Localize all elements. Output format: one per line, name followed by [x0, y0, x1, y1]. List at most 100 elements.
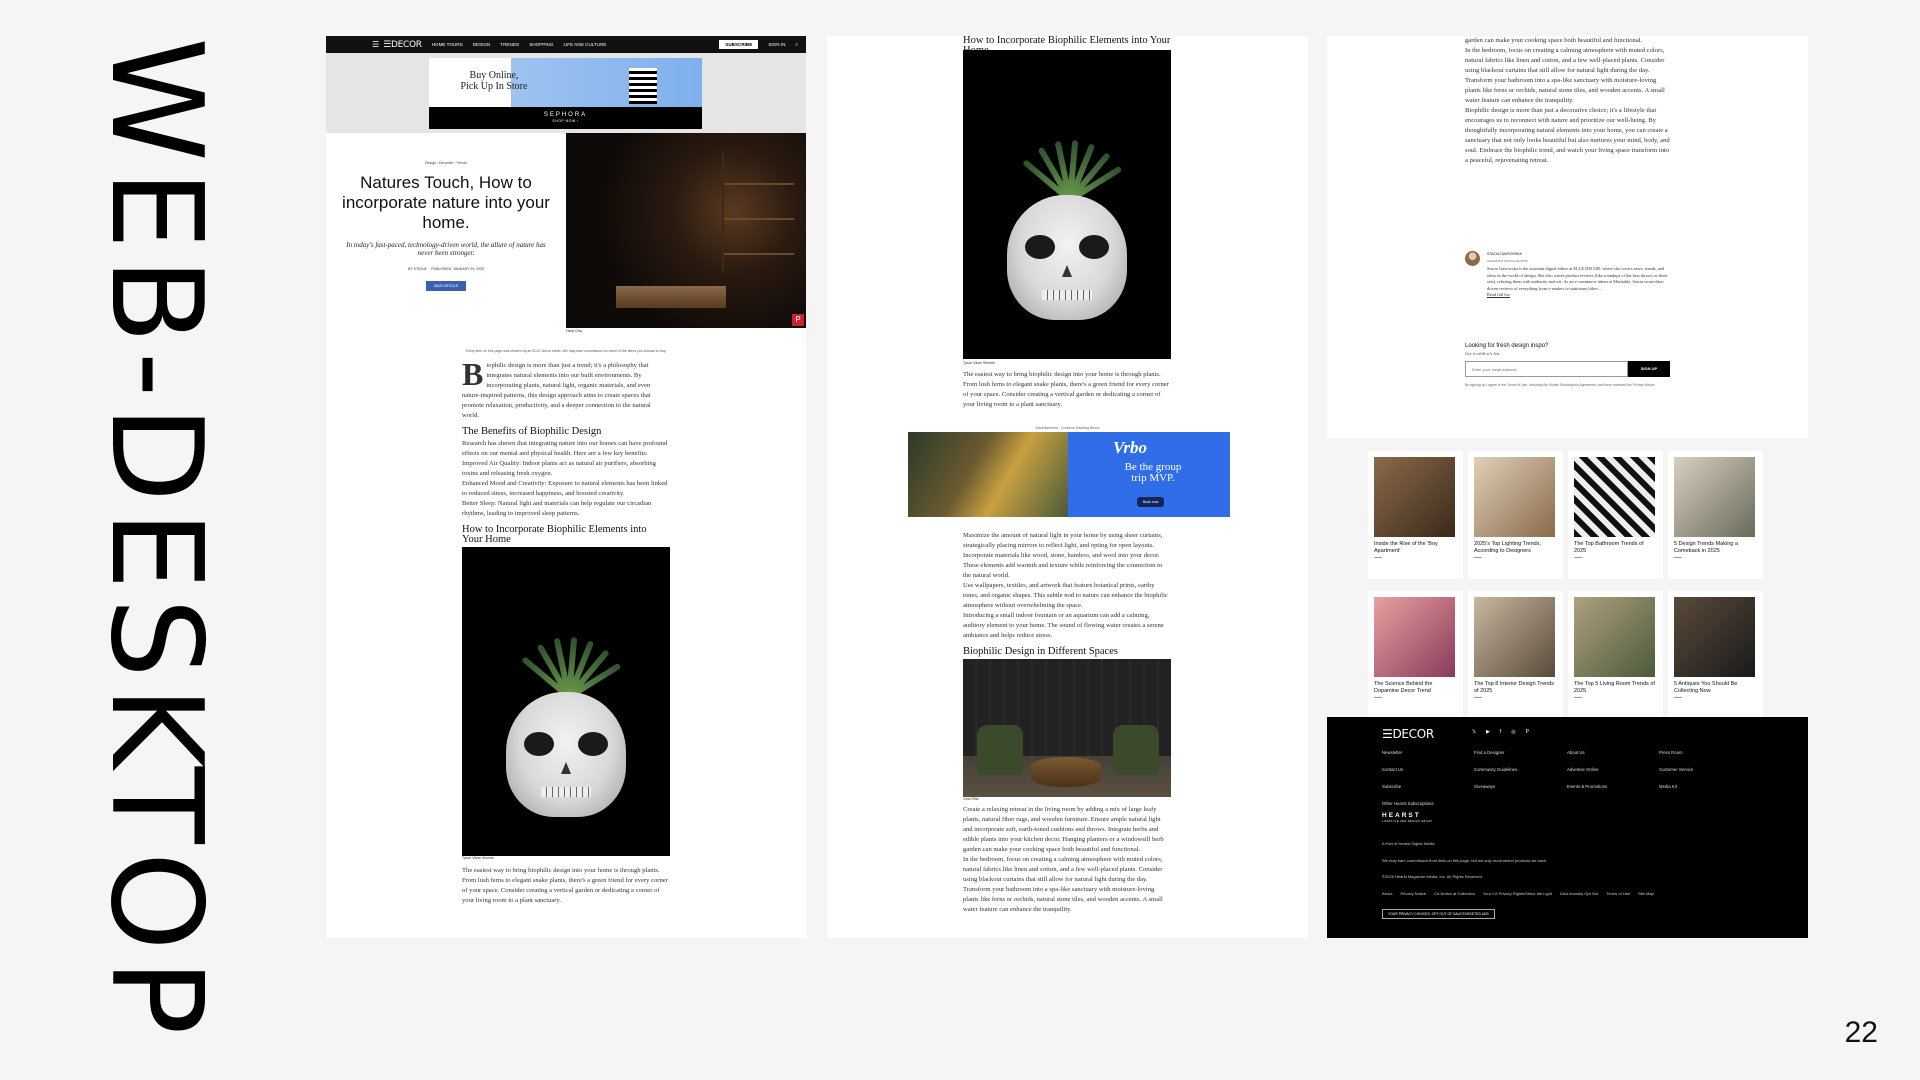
related-card[interactable]: 5 Design Trends Making a Comeback in 202…: [1668, 451, 1763, 579]
footer-link[interactable]: Newsletter: [1382, 750, 1402, 755]
footer-link[interactable]: Community Guidelines: [1474, 767, 1517, 772]
privacy-choices-button[interactable]: YOUR PRIVACY CHOICES: OPT OUT OF SALE/TA…: [1382, 909, 1495, 919]
breadcrumb[interactable]: Design › Decorate › Trends: [342, 161, 550, 165]
footer-link[interactable]: Media Kit: [1659, 784, 1677, 789]
site-logo[interactable]: ☰DECOR: [383, 40, 422, 50]
footer-link[interactable]: Giveaways: [1474, 784, 1495, 789]
related-card[interactable]: 5 Antiques You Should Be Collecting Now: [1668, 591, 1763, 719]
image-caption: Tyson Vikan Smeets: [963, 361, 995, 365]
footer-link[interactable]: Press Room: [1659, 750, 1683, 755]
vrbo-ad[interactable]: Vrbo Be the group trip MVP. Book now: [908, 432, 1230, 517]
sign-up-button[interactable]: SIGN UP: [1628, 361, 1670, 377]
article-end-section: Create a relaxing retreat in the living …: [1327, 36, 1808, 438]
nav-item-shopping[interactable]: SHOPPING: [529, 42, 553, 47]
author-name[interactable]: STACIA GAVROVSKA: [1487, 252, 1522, 256]
related-card[interactable]: The Top Bathroom Trends of 2025: [1568, 451, 1663, 579]
related-title: 2025's Top Lighting Trends, According to…: [1474, 541, 1541, 554]
drop-cap: B: [462, 356, 484, 392]
related-title: The Science Behind the Dopamine Decor Tr…: [1374, 681, 1433, 694]
ad-headline-2: Pick Up In Store: [460, 81, 528, 92]
author-avatar[interactable]: [1465, 251, 1480, 266]
author-bio: Stacia Gavrovska is the assistant digita…: [1487, 266, 1668, 298]
related-card[interactable]: The Top 8 Interior Design Trends of 2025: [1468, 591, 1563, 719]
x-icon[interactable]: 𝕏: [1472, 729, 1476, 735]
screenshot-panel-article-middle: How to Incorporate Biophilic Elements in…: [827, 36, 1308, 938]
commission-text: We may earn commission from links on thi…: [1382, 858, 1548, 863]
article-dek: In today's fast-paced, technology-driven…: [346, 241, 546, 257]
related-card[interactable]: 2025's Top Lighting Trends, According to…: [1468, 451, 1563, 579]
facebook-icon[interactable]: f: [1500, 729, 1501, 735]
footer-link[interactable]: Other Hearst Subscriptions: [1382, 801, 1434, 806]
sign-in-link[interactable]: SIGN IN: [768, 42, 785, 47]
footer-link[interactable]: Your CA Privacy Rights/Shine the Light: [1483, 891, 1552, 896]
footer-link[interactable]: DAA Industry Opt Out: [1560, 891, 1598, 896]
related-title: 5 Design Trends Making a Comeback in 202…: [1674, 541, 1738, 554]
nav-item-trends[interactable]: TRENDS: [500, 42, 519, 47]
affiliate-disclaimer: Every item on this page was chosen by an…: [465, 349, 667, 353]
image-caption: Tyson Vikan Smeets: [462, 856, 494, 860]
related-image: [1474, 597, 1555, 677]
benefit-item: Enhanced Mood and Creativity: Exposure t…: [462, 480, 668, 497]
sephora-ad[interactable]: Buy Online, Pick Up In Store SEPHORA SHOP …: [429, 58, 702, 129]
newsletter-heading: Looking for fresh design inspo?: [1465, 343, 1549, 349]
related-title: The Top 5 Living Room Trends of 2025: [1574, 681, 1655, 694]
screenshot-panel-article-top: ☰ ☰DECOR HOME TOURS DESIGN TRENDS SHOPPI…: [326, 36, 806, 938]
menu-icon[interactable]: ☰: [372, 40, 379, 49]
footer-link[interactable]: Subscribe: [1382, 784, 1401, 789]
email-input[interactable]: [1465, 361, 1628, 377]
related-card[interactable]: Inside the Rise of the 'Boy Apartment': [1368, 451, 1463, 579]
benefits-paragraph: Research has shown that integrating natu…: [462, 440, 668, 457]
search-icon[interactable]: ⌕: [795, 42, 798, 47]
footer-link[interactable]: CA Notice at Collection: [1434, 891, 1475, 896]
closing-paragraph: Biophilic design is more than just a dec…: [1465, 107, 1670, 164]
related-image: [1474, 457, 1555, 537]
living-paragraph: Create a relaxing retreat in the living …: [963, 806, 1164, 853]
nav-item-life-culture[interactable]: LIFE AND CULTURE: [563, 42, 606, 47]
pinterest-icon[interactable]: P: [1526, 729, 1529, 735]
book-now-button[interactable]: Book now: [1137, 497, 1165, 507]
subscribe-button[interactable]: SUBSCRIBE: [719, 40, 759, 49]
hearst-logo[interactable]: HEARST LIFESTYLE AND DESIGN GROUP: [1382, 812, 1432, 823]
footer-logo[interactable]: ☰DECOR: [1382, 727, 1434, 741]
footer-link[interactable]: Contact Us: [1382, 767, 1403, 772]
living-room-image: [963, 659, 1171, 797]
nav-item-design[interactable]: DESIGN: [473, 42, 491, 47]
site-footer: ☰DECOR 𝕏 ▶ f ◎ P Newsletter Contact Us S…: [1327, 717, 1808, 938]
ad-photo: [908, 432, 1068, 517]
newsletter-legal: By signing up I agree to the Terms of Us…: [1465, 383, 1656, 387]
patterns-paragraph: Use wallpapers, textiles, and artwork th…: [963, 582, 1168, 609]
benefit-item: Better Sleep: Natural light and material…: [462, 500, 652, 517]
bathroom-paragraph: Transform your bathroom into a spa-like …: [1465, 77, 1665, 104]
related-card[interactable]: The Top 5 Living Room Trends of 2025: [1568, 591, 1663, 719]
instagram-icon[interactable]: ◎: [1511, 729, 1515, 735]
screenshot-panel-article-end: Create a relaxing retreat in the living …: [1327, 36, 1808, 938]
related-image: [1574, 457, 1655, 537]
plants-paragraph: The easiest way to bring biophilic desig…: [963, 371, 1169, 408]
footer-link[interactable]: Find a Designer: [1474, 750, 1504, 755]
desk-graphic: [616, 286, 726, 308]
footer-link[interactable]: Customer Service: [1659, 767, 1693, 772]
footer-link[interactable]: About: [1382, 891, 1392, 896]
heading-benefits: The Benefits of Biophilic Design: [462, 426, 602, 437]
article-body: Biophilic design is more than just a tre…: [326, 356, 806, 906]
footer-link[interactable]: About Us: [1567, 750, 1585, 755]
footer-link[interactable]: Privacy Notice: [1400, 891, 1426, 896]
footer-link[interactable]: Site Map: [1638, 891, 1654, 896]
nav-item-home-tours[interactable]: HOME TOURS: [432, 42, 463, 47]
top-nav: ☰ ☰DECOR HOME TOURS DESIGN TRENDS SHOPPI…: [326, 36, 806, 53]
ad-band: Buy Online, Pick Up In Store SEPHORA SHOP …: [326, 53, 806, 133]
hero-image: P: [566, 133, 806, 328]
pinterest-icon[interactable]: P: [792, 314, 804, 326]
related-image: [1674, 457, 1755, 537]
footer-bottom-links: About Privacy Notice CA Notice at Collec…: [1382, 891, 1654, 896]
related-image: [1374, 457, 1455, 537]
author-role: ASSISTANT DIGITAL EDITOR: [1487, 259, 1528, 263]
save-article-button[interactable]: SAVE ARTICLE: [425, 281, 467, 291]
footer-link[interactable]: Advertise Online: [1567, 767, 1599, 772]
youtube-icon[interactable]: ▶: [1486, 729, 1490, 735]
read-full-bio-link[interactable]: Read full bio: [1487, 292, 1510, 297]
heading-incorporate: How to Incorporate Biophilic Elements in…: [462, 524, 647, 545]
footer-link[interactable]: Events & Promotions: [1567, 784, 1607, 789]
related-card[interactable]: The Science Behind the Dopamine Decor Tr…: [1368, 591, 1463, 719]
footer-link[interactable]: Terms of Use: [1606, 891, 1630, 896]
